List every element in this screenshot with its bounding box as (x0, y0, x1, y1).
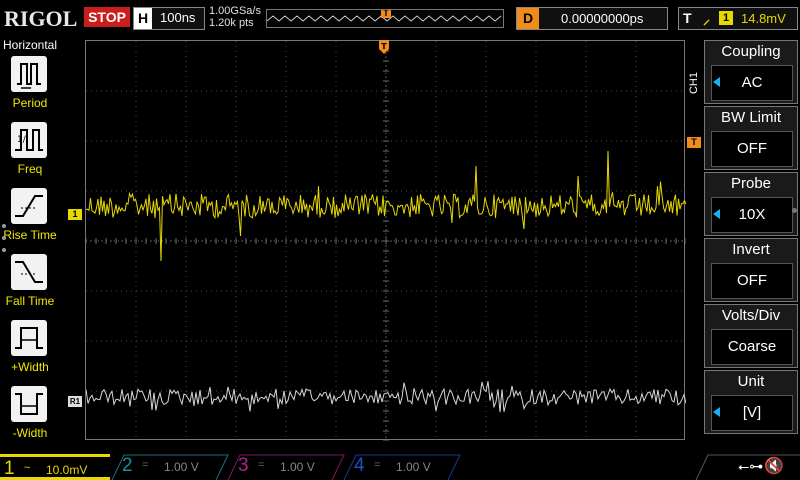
trigger-box[interactable]: T ⸝ 1 14.8mV (678, 7, 798, 30)
menu-volts-div-value: Coarse (711, 329, 793, 365)
probe-select-arrow-icon (713, 209, 720, 219)
menu-invert-label: Invert (732, 241, 770, 258)
menu-bw-limit[interactable]: BW Limit OFF (704, 106, 798, 170)
fall-time-label: Fall Time (5, 294, 55, 308)
ch1-offset-marker[interactable]: 1 (68, 209, 82, 220)
rising-edge-icon: ⸝ (703, 11, 710, 27)
sample-rate: 1.00GSa/s (209, 5, 261, 17)
menu-coupling-label: Coupling (721, 43, 781, 60)
menu-unit-label: Unit (737, 373, 765, 390)
menu-bw-limit-value: OFF (711, 131, 793, 167)
delay-label: D (517, 8, 539, 29)
coupling-select-arrow-icon (713, 77, 720, 87)
measure-panel: Horizontal Period 1/ Freq Rise Time Fall… (0, 36, 60, 454)
menu-page-dot (792, 208, 797, 213)
panel-title: Horizontal (2, 38, 58, 52)
trigger-label: T (683, 10, 692, 26)
menu-coupling[interactable]: Coupling AC (704, 40, 798, 104)
speaker-muted-icon[interactable]: 🔇 (764, 456, 784, 476)
negative-width-icon (11, 386, 47, 422)
menu-probe-value: 10X (711, 197, 793, 233)
trigger-level-value: 14.8mV (741, 11, 786, 26)
menu-volts-div[interactable]: Volts/Div Coarse (704, 304, 798, 368)
timebase-value: 100ns (160, 10, 196, 25)
trigger-level-marker[interactable]: T (687, 137, 701, 148)
frequency-label: Freq (17, 162, 43, 176)
brand-logo: RIGOL (4, 6, 78, 31)
delay-value: 0.00000000ps (561, 11, 644, 26)
memory-trigger-marker: T (381, 10, 391, 18)
menu-invert-value: OFF (711, 263, 793, 299)
menu-coupling-value: AC (711, 65, 793, 101)
negative-width-label: -Width (12, 426, 48, 440)
acquisition-info: 1.00GSa/s 1.20k pts (209, 5, 261, 29)
menu-bw-limit-label: BW Limit (721, 109, 781, 126)
trigger-source: 1 (719, 11, 733, 25)
trigger-position-marker[interactable]: T (379, 40, 389, 54)
menu-invert[interactable]: Invert OFF (704, 238, 798, 302)
page-indicator-dots (2, 224, 6, 260)
frequency-icon: 1/ (11, 122, 47, 158)
period-label: Period (12, 96, 48, 110)
measure-fall-time-button[interactable]: Fall Time (0, 254, 60, 318)
waveform-display[interactable] (85, 40, 686, 441)
positive-width-icon (11, 320, 47, 356)
rise-time-label: Rise Time (3, 228, 57, 242)
menu-volts-div-label: Volts/Div (721, 307, 781, 324)
menu-unit-value: [V] (711, 395, 793, 431)
horizontal-label: H (134, 8, 152, 29)
measure-rise-time-button[interactable]: Rise Time (0, 188, 60, 252)
channel-menu: Coupling AC BW Limit OFF Probe 10X Inver… (704, 40, 798, 434)
menu-probe[interactable]: Probe 10X (704, 172, 798, 236)
channel-menu-tag: CH1 (688, 72, 700, 95)
svg-text:1/: 1/ (17, 135, 27, 145)
ch1-trace (86, 150, 686, 262)
menu-unit[interactable]: Unit [V] (704, 370, 798, 434)
positive-width-label: +Width (11, 360, 49, 374)
rise-time-icon (11, 188, 47, 224)
measure-period-button[interactable]: Period (0, 56, 60, 120)
ref1-trace (86, 381, 686, 413)
run-stop-indicator[interactable]: STOP (84, 7, 130, 27)
timebase-box[interactable]: H 100ns (133, 7, 205, 30)
memory-depth: 1.20k pts (209, 17, 254, 29)
memory-position-bar[interactable]: T (266, 9, 504, 28)
menu-probe-label: Probe (730, 175, 772, 192)
usb-icon: ⭠⊶ (738, 458, 764, 474)
unit-select-arrow-icon (713, 407, 720, 417)
measure-positive-width-button[interactable]: +Width (0, 320, 60, 384)
measure-negative-width-button[interactable]: -Width (0, 386, 60, 450)
trigger-position-label: T (381, 42, 387, 51)
period-icon (11, 56, 47, 92)
channel-tab-outlines (111, 454, 800, 480)
top-status-bar: RIGOL STOP H 100ns 1.00GSa/s 1.20k pts T… (0, 0, 800, 36)
fall-time-icon (11, 254, 47, 290)
ref1-offset-marker[interactable]: R1 (68, 396, 82, 407)
measure-frequency-button[interactable]: 1/ Freq (0, 122, 60, 186)
delay-box[interactable]: D 0.00000000ps (516, 7, 668, 30)
waveform-traces (86, 150, 686, 413)
